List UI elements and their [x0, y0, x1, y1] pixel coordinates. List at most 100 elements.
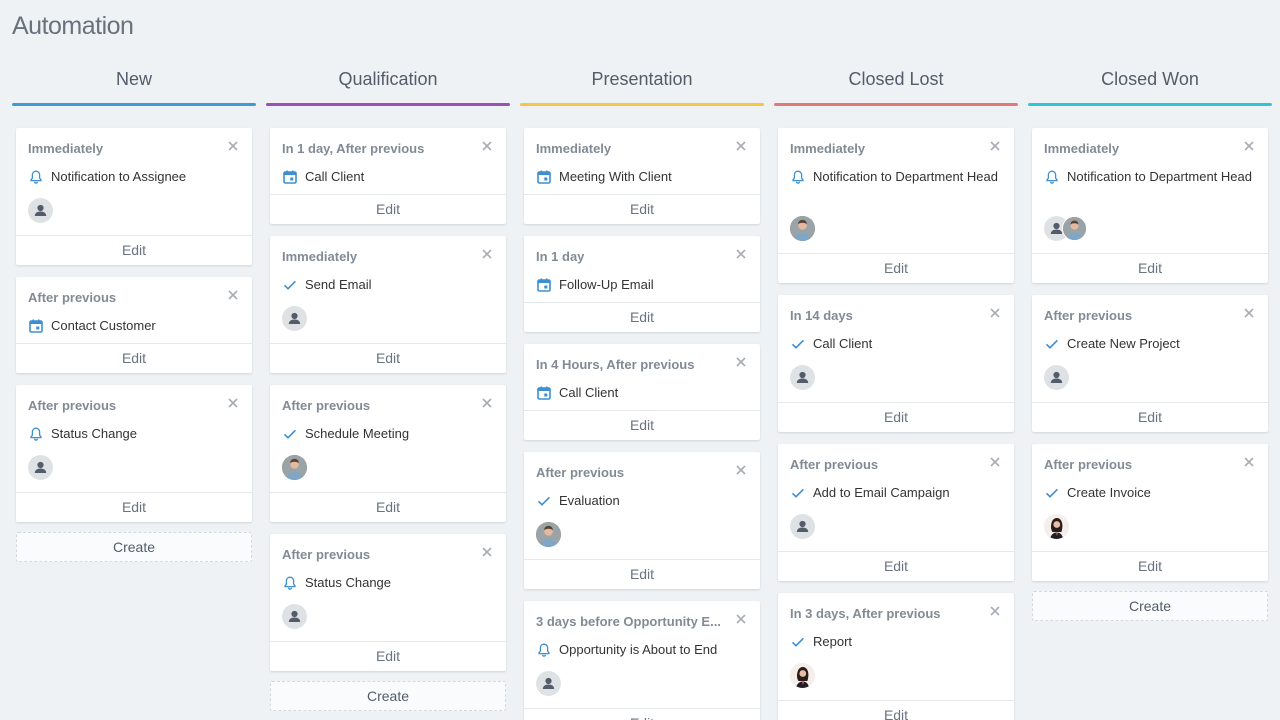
close-icon[interactable]	[226, 396, 240, 410]
edit-button[interactable]: Edit	[778, 253, 1014, 283]
automation-card[interactable]: After previous Status Change Edit	[270, 534, 506, 671]
edit-button[interactable]: Edit	[1032, 253, 1268, 283]
edit-button[interactable]: Edit	[524, 194, 760, 224]
card-action: Report	[790, 633, 1002, 651]
automation-card[interactable]: After previous Status Change Edit	[16, 385, 252, 522]
edit-button[interactable]: Edit	[778, 551, 1014, 581]
automation-card[interactable]: In 4 Hours, After previous Call Client Edi…	[524, 344, 760, 440]
card-responsible-users[interactable]	[1044, 514, 1069, 539]
automation-card[interactable]: After previous Add to Email Campaign Edit	[778, 444, 1014, 581]
card-action: Notification to Assignee	[28, 168, 240, 186]
card-responsible-users[interactable]	[536, 671, 561, 696]
card-action: Notification to Department Head	[1044, 168, 1256, 186]
card-responsible-users[interactable]	[28, 455, 53, 480]
close-icon[interactable]	[1242, 455, 1256, 469]
edit-button[interactable]: Edit	[16, 492, 252, 522]
check-icon	[282, 277, 298, 293]
card-action-label: Report	[813, 634, 853, 649]
automation-card[interactable]: In 14 days Call Client Edit	[778, 295, 1014, 432]
close-icon[interactable]	[988, 139, 1002, 153]
create-button[interactable]: Create	[1032, 591, 1268, 621]
card-trigger-time: In 1 day, After previous	[282, 141, 425, 156]
card-responsible-users[interactable]	[790, 216, 815, 241]
automation-card[interactable]: After previous Contact Customer Edit	[16, 277, 252, 373]
card-action: Call Client	[790, 335, 1002, 353]
automation-card[interactable]: Immediately Notification to Department He…	[1032, 128, 1268, 283]
edit-button[interactable]: Edit	[270, 194, 506, 224]
automation-card[interactable]: 3 days before Opportunity E... Opportunit…	[524, 601, 760, 720]
automation-card[interactable]: After previous Evaluation Edit	[524, 452, 760, 589]
user-placeholder-icon	[790, 514, 815, 539]
close-icon[interactable]	[1242, 139, 1256, 153]
close-icon[interactable]	[480, 247, 494, 261]
close-icon[interactable]	[480, 139, 494, 153]
card-action: Create New Project	[1044, 335, 1256, 353]
automation-card[interactable]: Immediately Meeting With Client Edit	[524, 128, 760, 224]
edit-button[interactable]: Edit	[16, 235, 252, 265]
edit-button[interactable]: Edit	[270, 641, 506, 671]
close-icon[interactable]	[226, 139, 240, 153]
automation-card[interactable]: Immediately Notification to Department He…	[778, 128, 1014, 283]
calendar-icon	[536, 385, 552, 401]
edit-button[interactable]: Edit	[1032, 402, 1268, 432]
card-trigger-time: Immediately	[28, 141, 104, 156]
edit-button[interactable]: Edit	[1032, 551, 1268, 581]
card-action-label: Create Invoice	[1067, 485, 1151, 500]
card-responsible-users[interactable]	[790, 514, 815, 539]
close-icon[interactable]	[734, 355, 748, 369]
card-trigger-time: After previous	[282, 547, 371, 562]
card-responsible-users[interactable]	[790, 365, 815, 390]
edit-button[interactable]: Edit	[778, 402, 1014, 432]
create-button[interactable]: Create	[270, 681, 506, 711]
close-icon[interactable]	[734, 247, 748, 261]
stage-column-closed-won: Closed Won Immediately Notification to Dep…	[1028, 64, 1272, 720]
calendar-icon	[536, 277, 552, 293]
close-icon[interactable]	[734, 463, 748, 477]
close-icon[interactable]	[1242, 306, 1256, 320]
card-responsible-users[interactable]	[790, 663, 815, 688]
edit-button[interactable]: Edit	[524, 410, 760, 440]
card-action: Create Invoice	[1044, 484, 1256, 502]
close-icon[interactable]	[734, 612, 748, 626]
automation-card[interactable]: Immediately Send Email Edit	[270, 236, 506, 373]
edit-button[interactable]: Edit	[524, 708, 760, 720]
automation-card[interactable]: In 1 day, After previous Call Client Edit	[270, 128, 506, 224]
card-trigger-time: Immediately	[790, 141, 866, 156]
automation-card[interactable]: After previous Create Invoice Edit	[1032, 444, 1268, 581]
card-responsible-users[interactable]	[1044, 365, 1069, 390]
close-icon[interactable]	[734, 139, 748, 153]
automation-card[interactable]: After previous Schedule Meeting Edit	[270, 385, 506, 522]
check-icon	[282, 426, 298, 442]
card-responsible-users[interactable]	[1044, 216, 1087, 241]
card-responsible-users[interactable]	[282, 455, 307, 480]
create-button[interactable]: Create	[16, 532, 252, 562]
close-icon[interactable]	[988, 306, 1002, 320]
automation-card[interactable]: After previous Create New Project Edit	[1032, 295, 1268, 432]
close-icon[interactable]	[988, 455, 1002, 469]
card-responsible-users[interactable]	[536, 522, 561, 547]
close-icon[interactable]	[480, 545, 494, 559]
edit-button[interactable]: Edit	[524, 302, 760, 332]
card-responsible-users[interactable]	[28, 198, 53, 223]
close-icon[interactable]	[988, 604, 1002, 618]
card-action-label: Call Client	[813, 336, 873, 351]
card-trigger-time: After previous	[790, 457, 879, 472]
automation-card[interactable]: Immediately Notification to Assignee Edit	[16, 128, 252, 265]
close-icon[interactable]	[480, 396, 494, 410]
check-icon	[790, 336, 806, 352]
automation-card[interactable]: In 1 day Follow-Up Email Edit	[524, 236, 760, 332]
card-responsible-users[interactable]	[282, 306, 307, 331]
card-action: Status Change	[28, 425, 240, 443]
card-action-label: Notification to Assignee	[51, 169, 187, 184]
card-responsible-users[interactable]	[282, 604, 307, 629]
automation-card[interactable]: In 3 days, After previous Report Edit	[778, 593, 1014, 720]
close-icon[interactable]	[226, 288, 240, 302]
edit-button[interactable]: Edit	[524, 559, 760, 589]
edit-button[interactable]: Edit	[270, 343, 506, 373]
edit-button[interactable]: Edit	[778, 700, 1014, 720]
bell-icon	[28, 169, 44, 185]
edit-button[interactable]: Edit	[270, 492, 506, 522]
edit-button[interactable]: Edit	[16, 343, 252, 373]
user-avatar	[536, 522, 561, 547]
card-action-label: Call Client	[559, 385, 619, 400]
